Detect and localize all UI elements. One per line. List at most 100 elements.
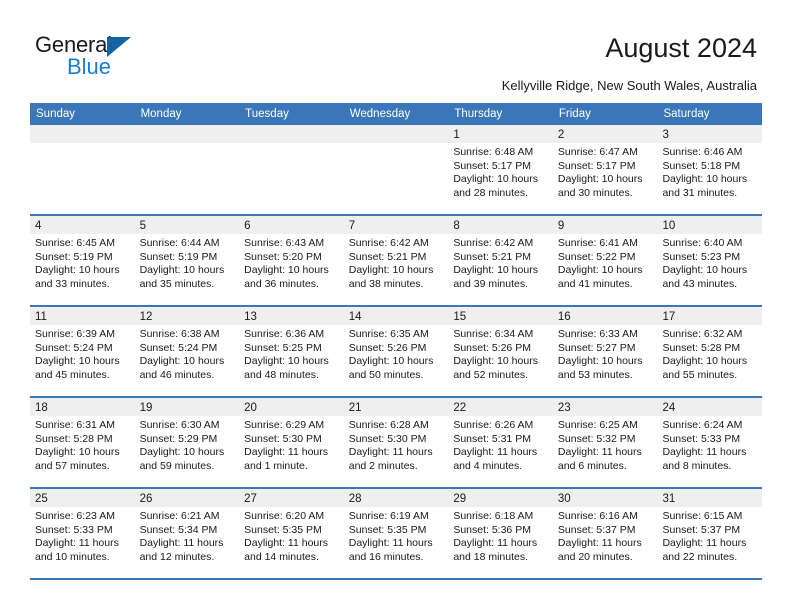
day-number-band: 2 <box>552 125 658 143</box>
day-cell[interactable]: 10 Sunrise: 6:40 AM Sunset: 5:23 PM Dayligh… <box>657 216 763 305</box>
daylight-text-line2: and 39 minutes. <box>453 277 529 290</box>
day-cell[interactable]: 26 Sunrise: 6:21 AM Sunset: 5:34 PM Dayligh… <box>134 489 240 578</box>
daylight-text-line1: Daylight: 11 hours <box>557 537 642 550</box>
day-number-band: 9 <box>552 216 658 234</box>
day-number-band: 28 <box>343 489 449 507</box>
day-cell[interactable]: 18 Sunrise: 6:31 AM Sunset: 5:28 PM Dayligh… <box>30 398 135 487</box>
day-number-band: 29 <box>448 489 553 507</box>
daylight-text-line1: Daylight: 10 hours <box>139 355 225 368</box>
day-details: Sunrise: 6:25 AM Sunset: 5:32 PM Daylight:… <box>553 416 658 473</box>
day-cell[interactable]: 4 Sunrise: 6:45 AM Sunset: 5:19 PM Daylight… <box>30 216 135 305</box>
day-cell-empty <box>134 125 240 214</box>
daylight-text-line2: and 10 minutes. <box>35 550 110 563</box>
day-cell[interactable]: 14 Sunrise: 6:35 AM Sunset: 5:26 PM Dayligh… <box>343 307 449 396</box>
sunrise-text: Sunrise: 6:20 AM <box>244 510 325 522</box>
sunset-text: Sunset: 5:33 PM <box>662 432 741 445</box>
day-details: Sunrise: 6:47 AM Sunset: 5:17 PM Daylight:… <box>553 143 658 200</box>
page-header: General Blue August 2024 Kellyville Ridg… <box>0 0 792 103</box>
sunset-text: Sunset: 5:25 PM <box>244 341 322 354</box>
daylight-text-line2: and 12 minutes. <box>139 550 215 563</box>
day-cell[interactable]: 2 Sunrise: 6:47 AM Sunset: 5:17 PM Daylight… <box>552 125 658 214</box>
day-cell[interactable]: 1 Sunrise: 6:48 AM Sunset: 5:17 PM Daylight… <box>448 125 553 214</box>
day-cell[interactable]: 6 Sunrise: 6:43 AM Sunset: 5:20 PM Daylight… <box>239 216 344 305</box>
day-number: 17 <box>662 311 676 323</box>
daylight-text-line1: Daylight: 11 hours <box>139 537 224 550</box>
weekday-header-monday: Monday <box>140 108 182 120</box>
daylight-text-line1: Daylight: 10 hours <box>453 264 538 277</box>
day-details: Sunrise: 6:26 AM Sunset: 5:31 PM Daylight:… <box>448 416 553 473</box>
day-cell[interactable]: 28 Sunrise: 6:19 AM Sunset: 5:35 PM Dayligh… <box>343 489 449 578</box>
day-cell[interactable]: 15 Sunrise: 6:34 AM Sunset: 5:26 PM Dayligh… <box>448 307 553 396</box>
day-cell[interactable]: 16 Sunrise: 6:33 AM Sunset: 5:27 PM Dayligh… <box>552 307 658 396</box>
sunset-text: Sunset: 5:17 PM <box>557 159 636 172</box>
weekday-header-row: Sunday Monday Tuesday Wednesday Thursday… <box>30 103 762 125</box>
day-cell[interactable]: 12 Sunrise: 6:38 AM Sunset: 5:24 PM Dayligh… <box>134 307 240 396</box>
sunset-text: Sunset: 5:18 PM <box>662 159 741 172</box>
day-details: Sunrise: 6:16 AM Sunset: 5:37 PM Daylight:… <box>553 507 658 564</box>
day-number: 16 <box>557 311 571 323</box>
day-cell[interactable]: 13 Sunrise: 6:36 AM Sunset: 5:25 PM Dayligh… <box>239 307 344 396</box>
day-details: Sunrise: 6:42 AM Sunset: 5:21 PM Daylight:… <box>344 234 449 291</box>
day-details: Sunrise: 6:35 AM Sunset: 5:26 PM Daylight:… <box>344 325 449 382</box>
day-details: Sunrise: 6:39 AM Sunset: 5:24 PM Daylight:… <box>30 325 135 382</box>
calendar-grid: Sunday Monday Tuesday Wednesday Thursday… <box>30 103 763 580</box>
day-cell[interactable]: 7 Sunrise: 6:42 AM Sunset: 5:21 PM Daylight… <box>343 216 449 305</box>
day-number: 11 <box>35 311 47 323</box>
daylight-text-line2: and 38 minutes. <box>348 277 424 290</box>
day-cell[interactable]: 5 Sunrise: 6:44 AM Sunset: 5:19 PM Daylight… <box>134 216 240 305</box>
weekday-header-thursday: Thursday <box>454 108 503 120</box>
day-cell[interactable]: 8 Sunrise: 6:42 AM Sunset: 5:21 PM Daylight… <box>448 216 553 305</box>
day-cell[interactable]: 31 Sunrise: 6:15 AM Sunset: 5:37 PM Dayligh… <box>657 489 763 578</box>
day-cell[interactable]: 22 Sunrise: 6:26 AM Sunset: 5:31 PM Dayligh… <box>448 398 553 487</box>
day-cell[interactable]: 11 Sunrise: 6:39 AM Sunset: 5:24 PM Dayligh… <box>30 307 135 396</box>
day-number: 5 <box>139 220 146 232</box>
sunrise-text: Sunrise: 6:40 AM <box>662 237 743 249</box>
day-number-band: 23 <box>552 398 658 416</box>
day-number-band <box>343 125 449 143</box>
sunrise-text: Sunrise: 6:21 AM <box>139 510 220 522</box>
day-details: Sunrise: 6:23 AM Sunset: 5:33 PM Daylight:… <box>30 507 135 564</box>
sunset-text: Sunset: 5:30 PM <box>348 432 427 445</box>
day-number-band: 8 <box>448 216 553 234</box>
sunset-text: Sunset: 5:29 PM <box>139 432 218 445</box>
sunset-text: Sunset: 5:20 PM <box>244 250 322 263</box>
day-cell[interactable]: 30 Sunrise: 6:16 AM Sunset: 5:37 PM Dayligh… <box>552 489 658 578</box>
sunrise-text: Sunrise: 6:33 AM <box>557 328 638 340</box>
day-details: Sunrise: 6:33 AM Sunset: 5:27 PM Daylight:… <box>553 325 658 382</box>
day-cell[interactable]: 29 Sunrise: 6:18 AM Sunset: 5:36 PM Dayligh… <box>448 489 553 578</box>
calendar-page: General Blue August 2024 Kellyville Ridg… <box>0 0 792 612</box>
day-details: Sunrise: 6:42 AM Sunset: 5:21 PM Daylight:… <box>448 234 553 291</box>
general-blue-logo[interactable]: General Blue <box>35 33 165 79</box>
day-cell[interactable]: 9 Sunrise: 6:41 AM Sunset: 5:22 PM Daylight… <box>552 216 658 305</box>
day-number-band: 19 <box>134 398 240 416</box>
sunset-text: Sunset: 5:22 PM <box>557 250 636 263</box>
day-number: 27 <box>244 493 257 505</box>
day-cell[interactable]: 27 Sunrise: 6:20 AM Sunset: 5:35 PM Dayligh… <box>239 489 344 578</box>
day-number: 19 <box>139 402 153 414</box>
sunset-text: Sunset: 5:28 PM <box>662 341 741 354</box>
day-cell[interactable]: 24 Sunrise: 6:24 AM Sunset: 5:33 PM Dayligh… <box>657 398 763 487</box>
day-cell[interactable]: 17 Sunrise: 6:32 AM Sunset: 5:28 PM Dayligh… <box>657 307 763 396</box>
day-details: Sunrise: 6:43 AM Sunset: 5:20 PM Daylight:… <box>239 234 344 291</box>
daylight-text-line1: Daylight: 10 hours <box>139 264 225 277</box>
day-number-band: 5 <box>134 216 240 234</box>
day-cell[interactable]: 21 Sunrise: 6:28 AM Sunset: 5:30 PM Dayligh… <box>343 398 449 487</box>
daylight-text-line2: and 20 minutes. <box>557 550 633 563</box>
day-cell-empty <box>239 125 344 214</box>
day-cell[interactable]: 20 Sunrise: 6:29 AM Sunset: 5:30 PM Dayligh… <box>239 398 344 487</box>
sunrise-text: Sunrise: 6:44 AM <box>139 237 220 249</box>
day-number-band: 15 <box>448 307 553 325</box>
day-cell[interactable]: 25 Sunrise: 6:23 AM Sunset: 5:33 PM Dayligh… <box>30 489 135 578</box>
day-number-band: 16 <box>552 307 658 325</box>
sunset-text: Sunset: 5:35 PM <box>348 523 427 536</box>
daylight-text-line2: and 6 minutes. <box>557 459 627 472</box>
day-cell[interactable]: 23 Sunrise: 6:25 AM Sunset: 5:32 PM Dayligh… <box>552 398 658 487</box>
sunset-text: Sunset: 5:17 PM <box>453 159 531 172</box>
daylight-text-line2: and 36 minutes. <box>244 277 319 290</box>
daylight-text-line1: Daylight: 10 hours <box>557 355 643 368</box>
weekday-header-tuesday: Tuesday <box>245 108 289 120</box>
logo-text-blue: Blue <box>67 54 112 79</box>
day-cell[interactable]: 3 Sunrise: 6:46 AM Sunset: 5:18 PM Daylight… <box>657 125 763 214</box>
daylight-text-line2: and 30 minutes. <box>557 186 633 199</box>
day-cell[interactable]: 19 Sunrise: 6:30 AM Sunset: 5:29 PM Dayligh… <box>134 398 240 487</box>
